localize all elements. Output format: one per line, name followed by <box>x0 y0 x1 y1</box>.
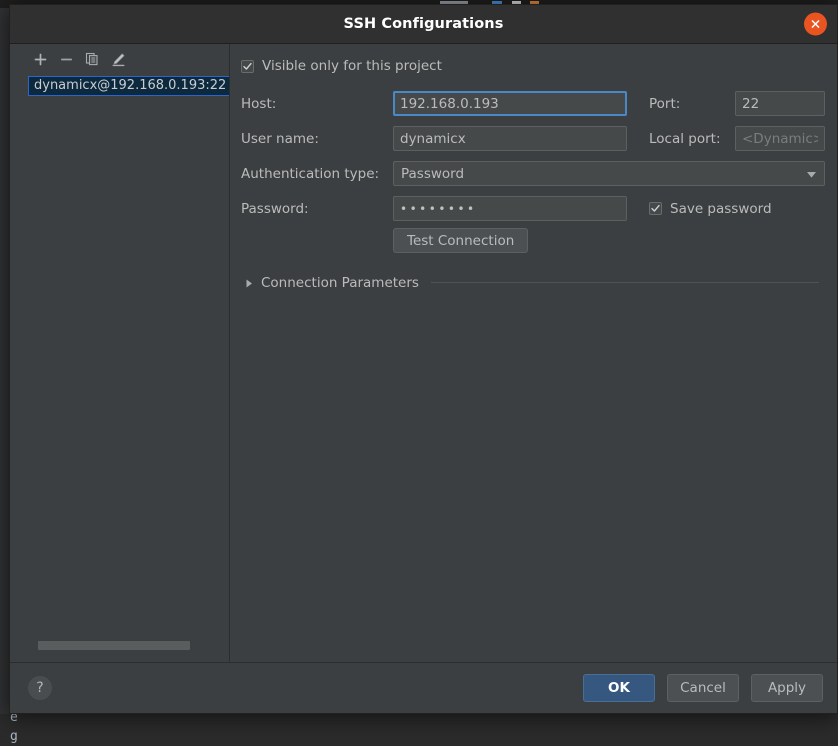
local-port-input[interactable] <box>735 126 825 151</box>
auth-type-value: Password <box>401 166 464 182</box>
host-input[interactable] <box>393 91 627 116</box>
configuration-form-pane: Visible only for this project Host: Port… <box>230 44 837 662</box>
plus-icon <box>34 53 47 66</box>
auth-type-select[interactable]: Password <box>393 161 825 186</box>
visible-only-checkbox[interactable] <box>241 60 254 73</box>
password-input[interactable] <box>393 196 627 221</box>
add-button[interactable] <box>28 48 52 70</box>
ok-button[interactable]: OK <box>583 674 655 702</box>
chevron-right-icon <box>246 273 253 292</box>
configurations-list-pane: dynamicx@192.168.0.193:22 p <box>10 44 230 662</box>
close-icon[interactable] <box>804 13 827 36</box>
port-input[interactable] <box>735 91 825 116</box>
connection-parameters-section[interactable]: Connection Parameters <box>246 273 819 292</box>
connection-parameters-label: Connection Parameters <box>261 275 419 291</box>
horizontal-scrollbar-thumb[interactable] <box>38 641 190 650</box>
configurations-list[interactable]: dynamicx@192.168.0.193:22 p <box>28 76 229 641</box>
cancel-button[interactable]: Cancel <box>667 674 739 702</box>
port-label: Port: <box>639 96 735 112</box>
checkmark-icon <box>651 204 660 213</box>
visible-only-row: Visible only for this project <box>241 58 819 74</box>
dialog-title: SSH Configurations <box>344 16 504 32</box>
ide-code-line: g <box>10 727 26 746</box>
save-password-checkbox[interactable] <box>649 202 662 215</box>
chevron-down-icon <box>807 166 816 182</box>
checkmark-icon <box>243 62 252 71</box>
dialog-titlebar: SSH Configurations <box>10 5 837 44</box>
password-label: Password: <box>241 201 393 217</box>
section-divider <box>431 282 819 283</box>
list-toolbar <box>10 44 229 70</box>
connection-form: Host: Port: User name: Local port: Authe… <box>241 86 819 226</box>
minus-icon <box>60 53 73 66</box>
copy-button[interactable] <box>80 48 104 70</box>
list-item[interactable]: dynamicx@192.168.0.193:22 p <box>28 76 229 96</box>
copy-icon <box>85 52 99 66</box>
help-button[interactable]: ? <box>28 676 52 700</box>
apply-button[interactable]: Apply <box>751 674 823 702</box>
host-label: Host: <box>241 96 393 112</box>
dialog-footer: ? OK Cancel Apply <box>10 662 837 713</box>
horizontal-scrollbar[interactable] <box>28 641 230 650</box>
user-name-label: User name: <box>241 131 393 147</box>
visible-only-label[interactable]: Visible only for this project <box>262 58 442 74</box>
ide-editor-gutter <box>0 8 9 714</box>
save-password-row: Save password <box>639 201 825 217</box>
pencil-icon <box>111 52 126 67</box>
auth-type-label: Authentication type: <box>241 166 393 182</box>
local-port-label: Local port: <box>639 131 735 147</box>
dialog-body: dynamicx@192.168.0.193:22 p Visible only… <box>10 44 837 662</box>
test-connection-button[interactable]: Test Connection <box>393 228 528 253</box>
ssh-configurations-dialog: SSH Configurations <box>9 4 838 714</box>
remove-button[interactable] <box>54 48 78 70</box>
test-connection-row: Test Connection <box>393 228 819 253</box>
save-password-label[interactable]: Save password <box>670 201 772 217</box>
edit-button[interactable] <box>106 48 130 70</box>
user-name-input[interactable] <box>393 126 627 151</box>
